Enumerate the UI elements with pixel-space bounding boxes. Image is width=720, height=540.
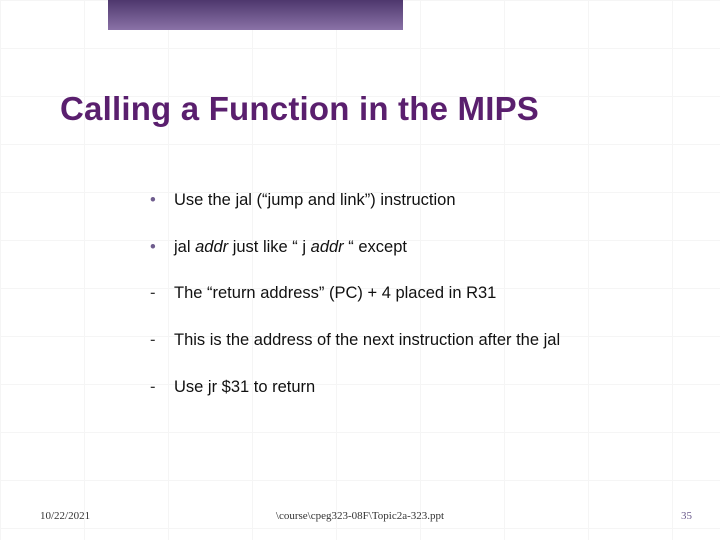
list-item-text: Use the jal (“jump and link”) instructio… — [174, 190, 680, 211]
footer-path: \course\cpeg323-08F\Topic2a-323.ppt — [276, 510, 444, 522]
top-accent-bar — [108, 0, 403, 30]
text-fragment: just like “ j — [228, 238, 311, 256]
bullet-dot-icon: • — [150, 190, 174, 211]
list-item-text: Use jr $31 to return — [174, 377, 680, 398]
text-italic: addr — [195, 238, 228, 256]
footer-page-number: 35 — [681, 510, 692, 522]
bullet-dash-icon: - — [150, 330, 174, 351]
text-fragment: jal — [174, 238, 195, 256]
list-item: - This is the address of the next instru… — [150, 330, 680, 351]
bullet-dash-icon: - — [150, 283, 174, 304]
text-italic: addr — [311, 238, 344, 256]
page-title: Calling a Function in the MIPS — [60, 90, 680, 128]
list-item: - Use jr $31 to return — [150, 377, 680, 398]
bullet-dot-icon: • — [150, 237, 174, 258]
list-item-text: The “return address” (PC) + 4 placed in … — [174, 283, 680, 304]
list-item-text: This is the address of the next instruct… — [174, 330, 680, 351]
bullet-dash-icon: - — [150, 377, 174, 398]
bullet-list: • Use the jal (“jump and link”) instruct… — [150, 190, 680, 423]
list-item: - The “return address” (PC) + 4 placed i… — [150, 283, 680, 304]
footer-date: 10/22/2021 — [40, 510, 90, 522]
list-item-text: jal addr just like “ j addr “ except — [174, 237, 680, 258]
list-item: • Use the jal (“jump and link”) instruct… — [150, 190, 680, 211]
list-item: • jal addr just like “ j addr “ except — [150, 237, 680, 258]
text-fragment: “ except — [344, 238, 407, 256]
footer: 10/22/2021 \course\cpeg323-08F\Topic2a-3… — [0, 510, 720, 526]
